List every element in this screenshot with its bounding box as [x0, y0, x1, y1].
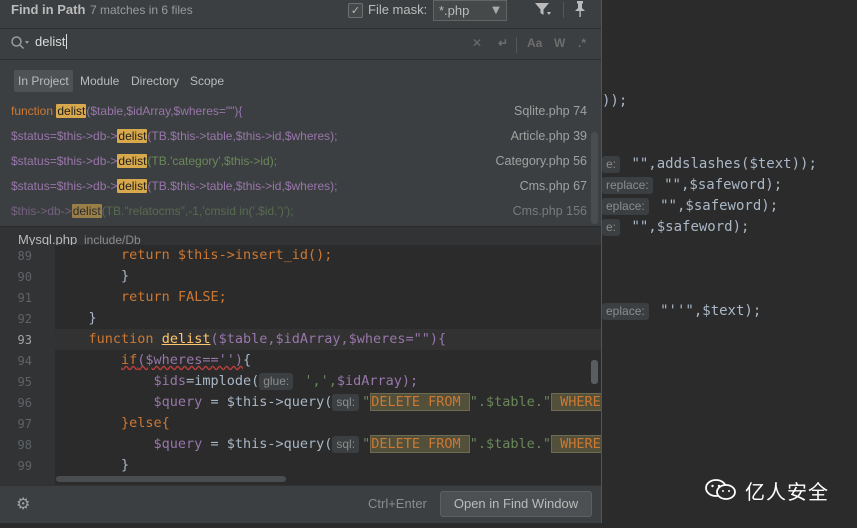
result-location: Category.php 56: [495, 154, 588, 168]
result-row[interactable]: $this->db->delist(TB."relatocms",-1,'cms…: [0, 199, 589, 224]
file-mask-checkbox[interactable]: ✓: [348, 3, 363, 18]
code-line: return FALSE;: [121, 289, 227, 305]
result-row[interactable]: $status=$this->db->delist(TB.$this->tabl…: [0, 174, 589, 199]
result-location: Cms.php 67: [519, 179, 587, 193]
file-mask-label: File mask:: [368, 2, 428, 17]
code-line: }: [121, 457, 130, 473]
result-row[interactable]: $status=$this->db->delist(TB.'category',…: [0, 149, 589, 174]
line-number: 95: [17, 375, 32, 389]
pin-icon[interactable]: [570, 0, 590, 18]
preview-scrollbar[interactable]: [591, 360, 598, 384]
code-line: if($wheres==''){: [121, 352, 252, 368]
gear-icon[interactable]: ⚙: [16, 494, 30, 513]
tab-scope[interactable]: Scope: [186, 70, 228, 92]
line-number: 94: [17, 354, 32, 368]
popup-footer: ⚙ Ctrl+Enter Open in Find Window: [0, 485, 601, 523]
watermark: 亿人安全: [705, 475, 829, 505]
open-in-find-window-button[interactable]: Open in Find Window: [440, 491, 592, 517]
chevron-down-icon[interactable]: ▼: [486, 0, 507, 21]
line-number: 93: [17, 333, 32, 347]
result-location: Sqlite.php 74: [514, 104, 587, 118]
code-line: $query = $this->query(sql: "DELETE FROM "…: [153, 435, 601, 453]
line-number: 99: [17, 459, 32, 473]
newline-icon[interactable]: ↵: [498, 36, 508, 50]
result-location: Article.php 39: [510, 129, 587, 143]
find-in-path-popup: Find in Path 7 matches in 6 files ✓ File…: [0, 0, 602, 523]
divider: [563, 2, 564, 18]
bg-code-line: eplace: "''",$text);: [602, 301, 761, 321]
line-number: 96: [17, 396, 32, 410]
search-input[interactable]: delist: [35, 34, 68, 49]
code-line: $query = $this->query(sql: "DELETE FROM "…: [153, 393, 601, 411]
search-row: delist ✕ ↵ Aa W .*: [0, 28, 601, 60]
regex-toggle[interactable]: .*: [578, 36, 586, 50]
param-hint: glue:: [259, 373, 294, 390]
bg-code-line: e: "",addslashes($text));: [602, 154, 817, 174]
code-line: }else{: [121, 415, 170, 431]
code-preview: 89 90 91 92 93 94 95 96 97 98 99 return …: [0, 245, 601, 485]
param-hint: eplace:: [602, 198, 649, 215]
scope-tabs: In Project Module Directory Scope: [0, 62, 601, 94]
result-location: Cms.php 156: [512, 204, 587, 218]
close-icon[interactable]: ✕: [472, 36, 482, 50]
param-hint: sql:: [332, 394, 360, 411]
code-line: function delist($table,$idArray,$wheres=…: [88, 331, 447, 347]
popup-header: Find in Path 7 matches in 6 files ✓ File…: [0, 0, 601, 24]
results-scrollbar[interactable]: [591, 132, 598, 224]
line-number: 97: [17, 417, 32, 431]
code-line: $ids=implode(glue: ',',$idArray);: [153, 373, 419, 390]
param-hint: eplace:: [602, 303, 649, 320]
results-list: function delist($table,$idArray,$wheres=…: [0, 99, 601, 225]
code-line: return $this->insert_id();: [121, 247, 333, 263]
result-row[interactable]: function delist($table,$idArray,$wheres=…: [0, 99, 589, 124]
tab-directory[interactable]: Directory: [127, 70, 183, 92]
tab-in-project[interactable]: In Project: [14, 70, 73, 92]
param-hint: replace:: [602, 177, 653, 194]
tab-module[interactable]: Module: [76, 70, 123, 92]
shortcut-hint: Ctrl+Enter: [368, 496, 427, 511]
whole-word-toggle[interactable]: W: [554, 36, 565, 50]
line-number: 98: [17, 438, 32, 452]
search-icon: [10, 35, 30, 55]
code-line: }: [121, 268, 130, 284]
match-case-toggle[interactable]: Aa: [527, 36, 542, 50]
bg-code-line: replace: "",$safeword);: [602, 175, 782, 195]
line-number: 89: [17, 249, 32, 263]
line-number: 91: [17, 291, 32, 305]
param-hint: sql:: [332, 436, 360, 453]
wechat-logo-icon: [705, 479, 736, 500]
result-row[interactable]: $status=$this->db->delist(TB.$this->tabl…: [0, 124, 589, 149]
match-count: 7 matches in 6 files: [90, 3, 193, 17]
bg-code-line: e: "",$safeword);: [602, 217, 749, 237]
file-mask-input[interactable]: *.php: [433, 0, 492, 21]
divider: [516, 37, 517, 53]
param-hint: e:: [602, 156, 621, 173]
filter-icon[interactable]: [534, 1, 554, 19]
line-number: 90: [17, 270, 32, 284]
param-hint: e:: [602, 219, 621, 236]
code-line: }: [88, 310, 97, 326]
bg-code-line: eplace: "",$safeword);: [602, 196, 778, 216]
line-number: 92: [17, 312, 32, 326]
horizontal-scrollbar[interactable]: [56, 476, 286, 482]
popup-title: Find in Path: [11, 2, 86, 17]
watermark-text: 亿人安全: [745, 479, 829, 504]
bg-code-line: ));: [602, 93, 628, 109]
